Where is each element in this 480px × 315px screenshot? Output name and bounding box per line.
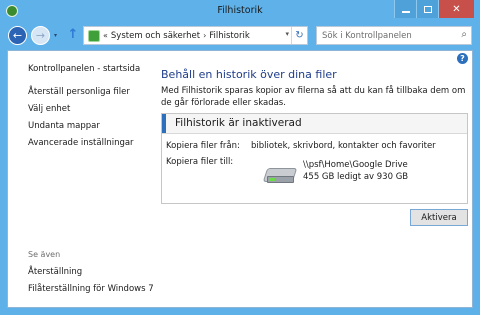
title-bar: Filhistorik ✕ <box>0 0 480 22</box>
address-dropdown-icon[interactable]: ▾ <box>285 30 289 38</box>
breadcrumb-system-security[interactable]: System och säkerhet <box>111 31 200 41</box>
breadcrumb-file-history[interactable]: Filhistorik <box>209 31 249 41</box>
link-recovery[interactable]: Återställning <box>28 267 154 284</box>
up-button[interactable]: ↑ <box>66 27 80 43</box>
forward-arrow-icon: → <box>35 29 46 42</box>
sidebar-item-exclude-folders[interactable]: Undanta mappar <box>28 121 134 138</box>
refresh-button[interactable]: ↻ <box>291 27 307 44</box>
sidebar-nav: Återställ personliga filer Välj enhet Un… <box>28 87 134 155</box>
recent-locations-dropdown[interactable]: ▾ <box>54 32 57 39</box>
sidebar-item-advanced-settings[interactable]: Avancerade inställningar <box>28 138 134 155</box>
page-title: Behåll en historik över dina filer <box>161 68 337 81</box>
minimize-button[interactable] <box>394 0 416 18</box>
maximize-icon <box>423 5 432 13</box>
breadcrumb-separator[interactable]: › <box>203 31 206 40</box>
sidebar-item-home[interactable]: Kontrollpanelen - startsida <box>28 64 140 74</box>
forward-button[interactable]: → <box>31 26 50 45</box>
status-banner: Filhistorik är inaktiverad <box>162 114 467 134</box>
search-icon[interactable]: ⌕ <box>461 29 467 40</box>
up-arrow-icon: ↑ <box>67 27 79 42</box>
chevron-down-icon: ▾ <box>54 32 58 39</box>
drive-free-space: 455 GB ledigt av 930 GB <box>303 172 409 182</box>
refresh-icon: ↻ <box>295 30 304 41</box>
content-area: Kontrollpanelen - startsida Återställ pe… <box>7 50 473 308</box>
address-field[interactable]: « System och säkerhet › Filhistorik ▾ ↻ <box>83 26 308 45</box>
drive-path: \\psf\Home\Google Drive <box>303 160 408 170</box>
see-also-label: Se även <box>28 250 61 259</box>
window-controls: ✕ <box>394 0 474 18</box>
breadcrumb-overflow[interactable]: « <box>103 31 108 40</box>
sidebar: Kontrollpanelen - startsida Återställ pe… <box>8 51 154 307</box>
drive-info: \\psf\Home\Google Drive 455 GB ledigt av… <box>303 159 408 183</box>
activate-button[interactable]: Aktivera <box>410 209 468 226</box>
drive-icon <box>262 162 298 192</box>
status-accent-bar <box>162 114 166 133</box>
navigation-bar: ← → ▾ ↑ « System och säkerhet › Filhisto… <box>0 22 480 50</box>
copy-to-label: Kopiera filer till: <box>166 157 234 167</box>
minimize-icon <box>401 11 410 13</box>
link-windows7-file-recovery[interactable]: Filåterställning för Windows 7 <box>28 284 154 301</box>
search-box[interactable]: ⌕ <box>316 26 472 45</box>
sidebar-item-restore-files[interactable]: Återställ personliga filer <box>28 87 134 104</box>
sidebar-item-select-drive[interactable]: Välj enhet <box>28 104 134 121</box>
control-panel-icon <box>88 29 100 42</box>
back-button[interactable]: ← <box>8 26 27 45</box>
copy-from-label: Kopiera filer från: <box>166 141 240 151</box>
close-button[interactable]: ✕ <box>438 0 474 18</box>
close-icon: ✕ <box>452 3 461 15</box>
back-arrow-icon: ← <box>12 29 23 42</box>
page-description: Med Filhistorik sparas kopior av filerna… <box>161 86 466 108</box>
status-panel: Filhistorik är inaktiverad Kopiera filer… <box>161 113 468 204</box>
see-also-links: Återställning Filåterställning för Windo… <box>28 267 154 301</box>
main-panel: Behåll en historik över dina filer Med F… <box>154 51 472 307</box>
status-title: Filhistorik är inaktiverad <box>175 117 302 129</box>
drive-icon-led <box>269 178 275 181</box>
maximize-button[interactable] <box>416 0 438 18</box>
search-input[interactable] <box>322 29 450 42</box>
copy-from-value: bibliotek, skrivbord, kontakter och favo… <box>251 141 436 151</box>
